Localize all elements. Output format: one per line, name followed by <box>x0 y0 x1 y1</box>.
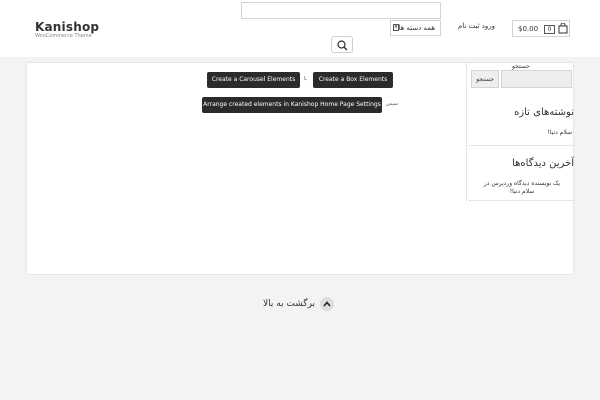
chevron-up-icon <box>323 301 331 307</box>
sidebar-divider <box>466 62 467 202</box>
recent-comment-link[interactable]: یک نویسنده دیدگاه وردپرس در سلام دنیا! <box>478 180 566 196</box>
back-to-top-button[interactable] <box>320 297 334 311</box>
main-content-panel <box>26 62 574 275</box>
site-logo-subtitle: WooCommerce Theme <box>35 33 92 39</box>
shopping-bag-icon <box>558 23 568 34</box>
widget-divider <box>469 200 574 201</box>
or-text: یا <box>304 76 307 82</box>
create-carousel-button[interactable]: Create a Carousel Elements <box>207 72 300 88</box>
site-logo-title[interactable]: Kanishop <box>35 20 99 34</box>
search-icon <box>337 40 348 51</box>
arrange-elements-button[interactable]: Arrange created elements in Kanishop Hom… <box>202 97 382 113</box>
chevron-down-icon: ▾ <box>393 24 399 31</box>
recent-posts-title: نوشته‌های تازه <box>514 107 574 118</box>
back-to-top-label: برگشت به بالا <box>263 299 316 309</box>
recent-comments-title: آخرین دیدگاه‌ها <box>512 158 574 169</box>
cart-widget[interactable]: $0.00 0 <box>512 20 570 37</box>
sidebar-search-input[interactable] <box>501 70 572 88</box>
widget-divider <box>469 145 574 146</box>
header-search-input[interactable] <box>241 2 441 19</box>
category-select-value: همه دسته ها <box>398 24 435 32</box>
sidebar-search-label: جستجو <box>512 63 530 70</box>
category-select[interactable]: همه دسته ها ▾ <box>390 20 441 36</box>
login-register-link[interactable]: ورود ثبت نام <box>458 22 495 30</box>
then-text: سپس <box>386 101 399 107</box>
header-search-button[interactable] <box>331 36 353 53</box>
create-box-button[interactable]: Create a Box Elements <box>313 72 393 88</box>
recent-post-link[interactable]: سلام دنیا! <box>547 129 572 136</box>
cart-count-badge: 0 <box>544 25 555 34</box>
sidebar-search-button[interactable]: جستجو <box>471 70 499 88</box>
cart-price: $0.00 <box>518 25 539 33</box>
